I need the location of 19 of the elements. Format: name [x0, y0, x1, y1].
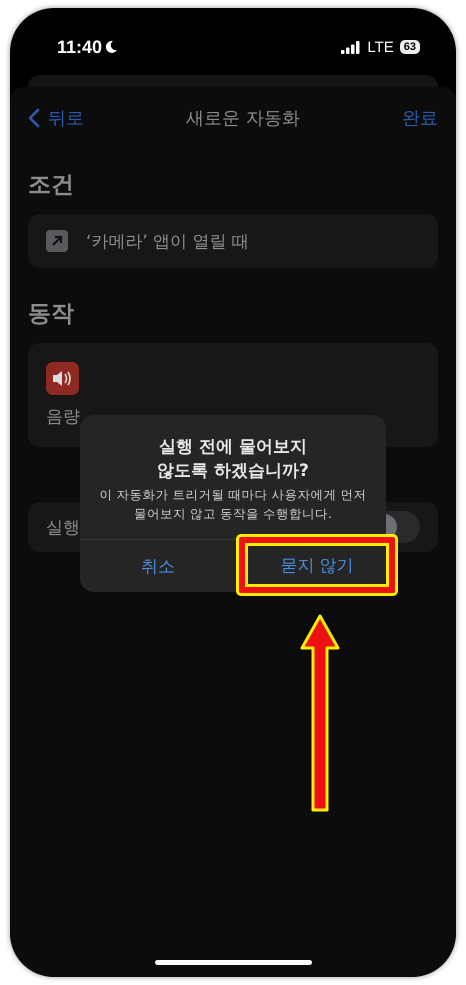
- dialog-title: 실행 전에 물어보지 않도록 하겠습니까?: [156, 436, 310, 483]
- dialog-message: 이 자동화가 트리거될 때마다 사용자에게 먼저 물어보지 않고 동작을 수행합니다.: [98, 486, 368, 523]
- chevron-icon: [28, 108, 40, 128]
- trigger-label[interactable]: ‘카메라’ 앱이 열릴 때: [86, 230, 250, 252]
- speaker-icon: [46, 362, 79, 395]
- network-label: LTE: [367, 38, 394, 56]
- done-button[interactable]: 완료: [402, 106, 438, 130]
- action-label[interactable]: 음량: [46, 405, 80, 428]
- signal-icon: [341, 40, 362, 54]
- moon-icon: [105, 40, 118, 54]
- dialog-button[interactable]: 묻지 않기: [236, 534, 398, 596]
- back-button[interactable]: 뒤로: [28, 106, 84, 130]
- battery-icon: 63: [400, 40, 420, 54]
- section-heading: 조건: [28, 171, 75, 200]
- screen-title: 새로운 자동화: [186, 107, 300, 130]
- dialog-button[interactable]: 취소: [80, 540, 236, 592]
- section-heading: 동작: [28, 300, 75, 329]
- status-time: 11:40: [57, 36, 102, 58]
- run-label: 실행: [46, 516, 80, 538]
